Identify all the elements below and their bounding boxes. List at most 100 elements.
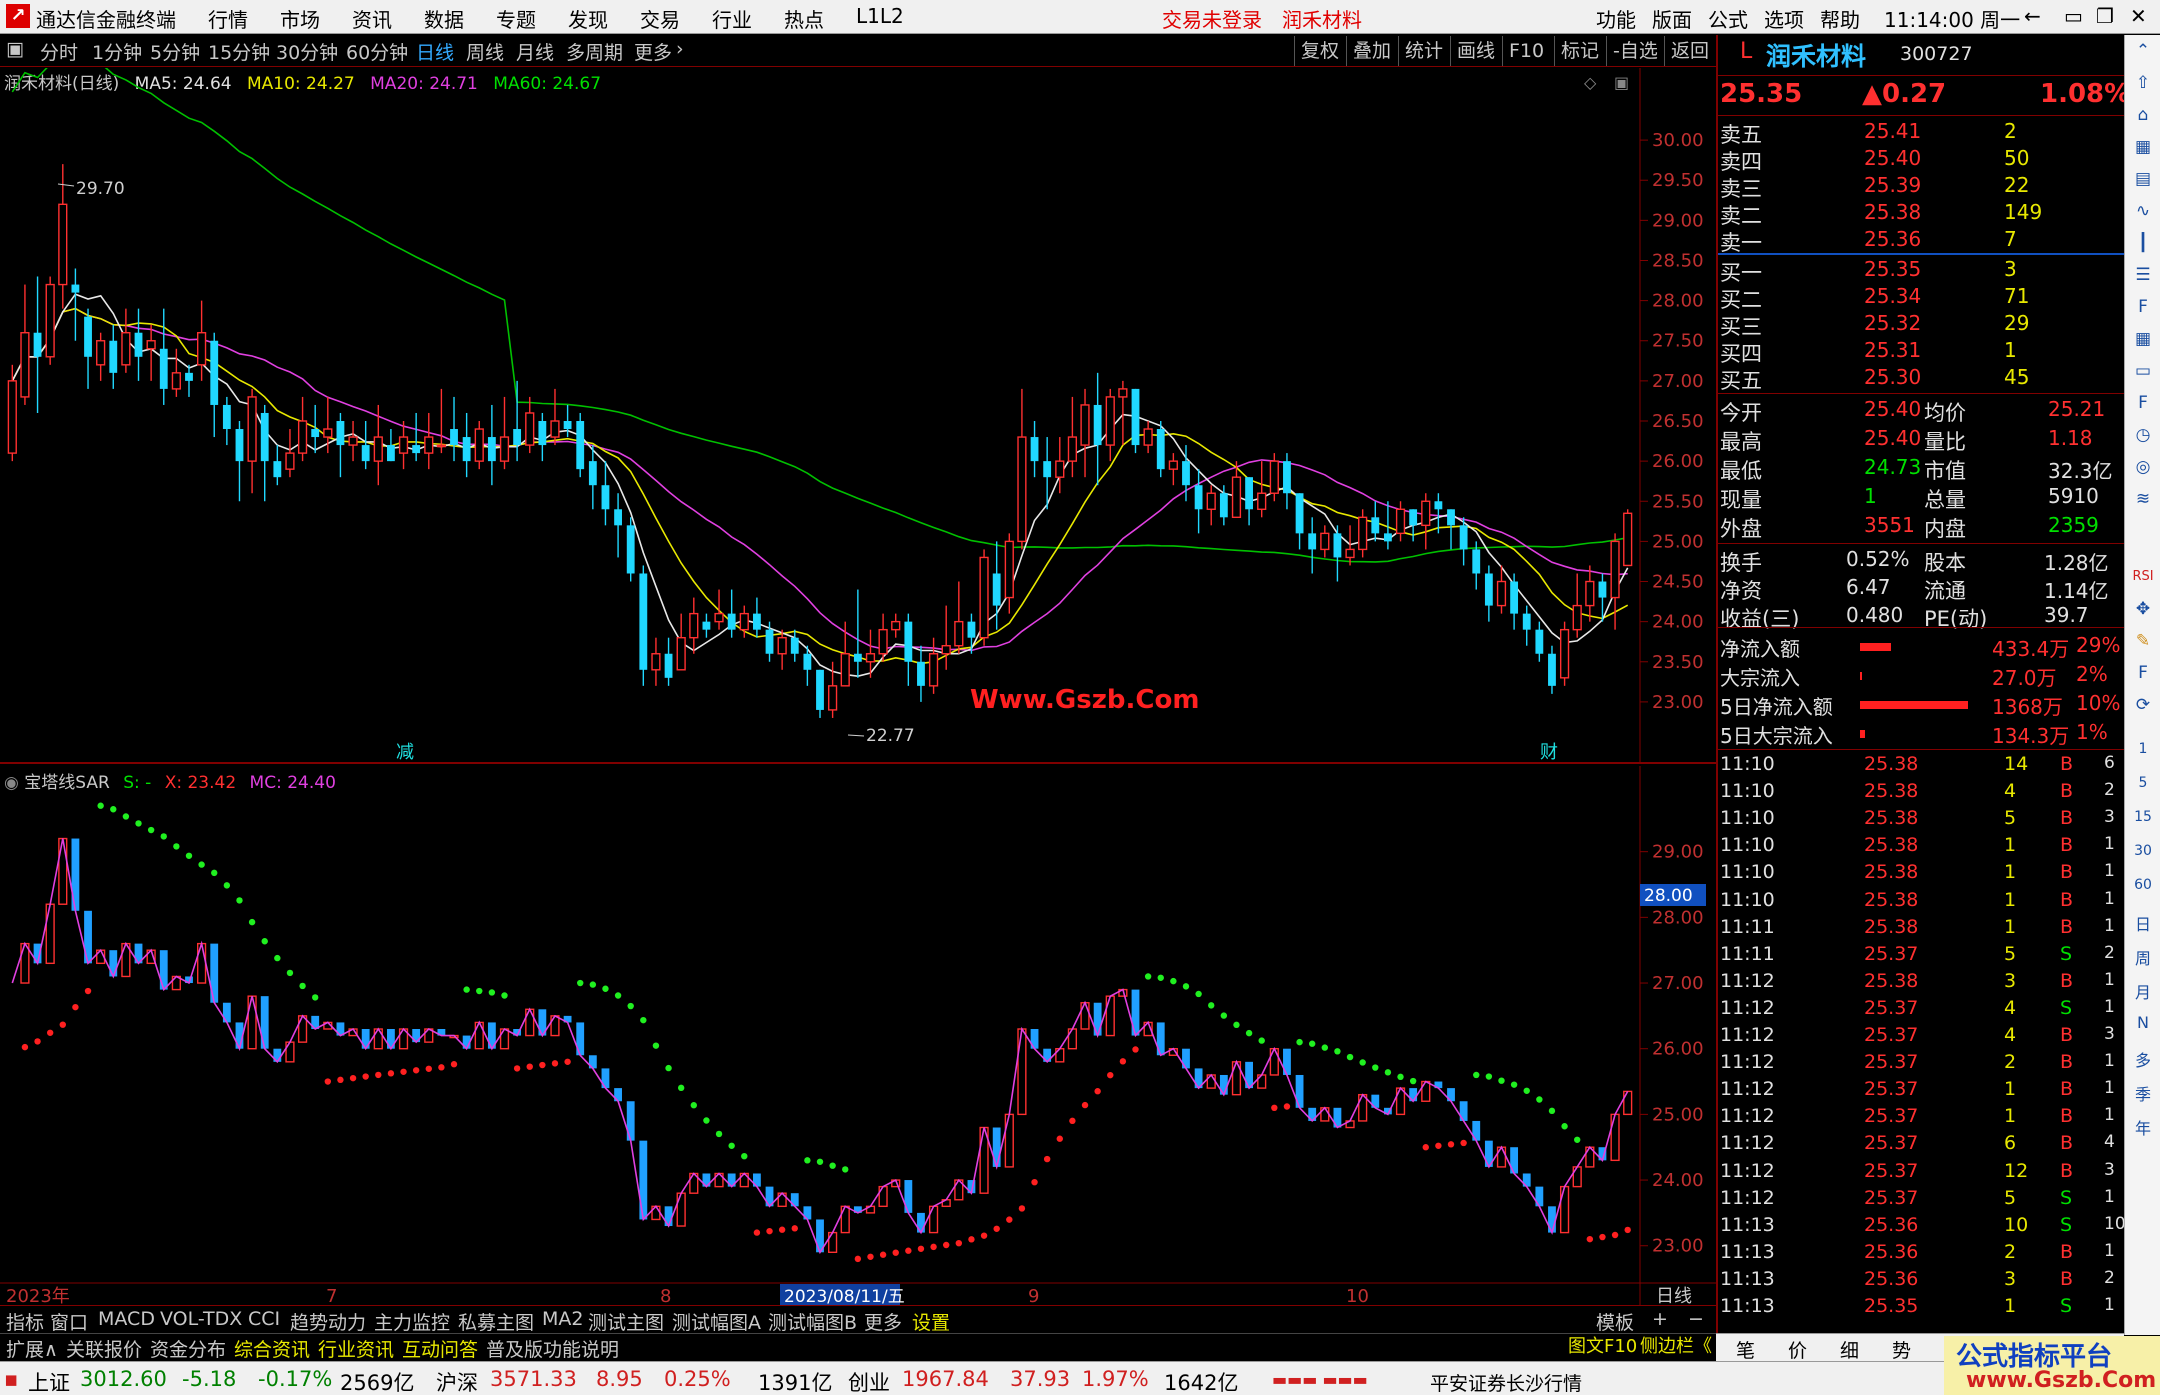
toolbar-action[interactable]: 标记 — [1554, 36, 1605, 66]
rsi-button[interactable]: RSI — [2129, 569, 2157, 584]
toolbar-action[interactable]: 返回 — [1664, 36, 1715, 66]
menu-item[interactable]: 数据 — [424, 4, 464, 33]
candle-icon[interactable]: ┃ — [2129, 233, 2157, 253]
period-tab[interactable]: 15分钟 — [208, 38, 270, 65]
panel-toggle-icon[interactable]: ▣ — [1614, 73, 1629, 92]
period-month[interactable]: 月 — [2129, 979, 2157, 1003]
clock-icon[interactable]: ◷ — [2129, 425, 2157, 445]
menu-item[interactable]: 公式 — [1708, 4, 1748, 33]
diamond-icon[interactable]: ◇ — [1584, 73, 1597, 92]
reduce-marker[interactable]: 减 — [396, 742, 414, 763]
toolbar-action[interactable]: 叠加 — [1346, 36, 1397, 66]
tick-tab[interactable]: 价 — [1788, 1336, 1807, 1363]
remove-panel-button[interactable]: − — [1688, 1308, 1704, 1330]
indicator-tab[interactable]: 测试主图 — [588, 1308, 664, 1335]
list-icon[interactable]: ☰ — [2129, 265, 2157, 285]
finance-marker[interactable]: 财 — [1540, 742, 1558, 763]
index-name[interactable]: 创业 — [848, 1367, 890, 1395]
menu-item[interactable]: L1L2 — [856, 4, 904, 28]
index-name[interactable]: 上证 — [28, 1367, 70, 1395]
period-tab[interactable]: 30分钟 — [276, 38, 338, 65]
indicator-settings[interactable]: 设置 — [912, 1308, 950, 1335]
sidebar-toggle[interactable]: 侧边栏《 — [1640, 1332, 1712, 1358]
grid-icon[interactable]: ▦ — [2129, 329, 2157, 349]
extension-toggle[interactable]: 扩展∧ — [6, 1335, 58, 1362]
close-icon[interactable]: ✕ — [2130, 4, 2147, 28]
toolbar-grid-icon[interactable]: ▣ — [6, 38, 24, 60]
back-icon[interactable]: ← — [2024, 4, 2041, 28]
indicator-tab[interactable]: 测试幅图A — [672, 1308, 761, 1335]
login-status[interactable]: 交易未登录 — [1162, 4, 1262, 33]
pen-icon[interactable]: ✎ — [2129, 631, 2157, 651]
period-tab[interactable]: 分时 — [40, 38, 78, 65]
extension-tab[interactable]: 互动问答 — [402, 1335, 478, 1362]
indicator-tab[interactable]: 窗口 — [50, 1308, 88, 1335]
menu-item[interactable]: 行情 — [208, 4, 248, 33]
extension-tab[interactable]: 综合资讯 — [234, 1335, 310, 1362]
period-15m[interactable]: 15 — [2129, 809, 2157, 825]
arrow-up-icon[interactable]: ⇧ — [2129, 73, 2157, 93]
template-button[interactable]: 模板 — [1596, 1308, 1634, 1335]
add-panel-button[interactable]: + — [1652, 1308, 1668, 1330]
move-icon[interactable]: ✥ — [2129, 599, 2157, 619]
period-30m[interactable]: 30 — [2129, 843, 2157, 859]
f12-icon[interactable]: F — [2129, 393, 2157, 413]
restore-icon[interactable]: ❐ — [2096, 4, 2114, 28]
menu-item[interactable]: 选项 — [1764, 4, 1804, 33]
table-icon[interactable]: ▤ — [2129, 169, 2157, 189]
extension-tab[interactable]: 普及版功能说明 — [486, 1335, 619, 1362]
indicator-tab[interactable]: CCI — [248, 1308, 280, 1330]
period-day[interactable]: 日 — [2129, 911, 2157, 935]
note-icon[interactable]: ▭ — [2129, 361, 2157, 381]
period-tab-more[interactable]: 更多 — [634, 38, 672, 65]
indicator-tab[interactable]: 测试幅图B — [768, 1308, 857, 1335]
period-tab-active[interactable]: 日线 — [416, 38, 454, 65]
period-tab[interactable]: 月线 — [516, 38, 554, 65]
toolbar-action[interactable]: F10 — [1502, 36, 1550, 66]
tick-tab[interactable]: 细 — [1840, 1336, 1859, 1363]
indicator-tab[interactable]: 更多 — [864, 1308, 902, 1335]
menu-item[interactable]: 版面 — [1652, 4, 1692, 33]
minimize-icon[interactable]: ▭ — [2064, 4, 2083, 28]
f10-button[interactable]: 图文F10 — [1568, 1332, 1637, 1358]
period-multi[interactable]: 多 — [2129, 1047, 2157, 1071]
period-tab[interactable]: 1分钟 — [92, 38, 142, 65]
period-60m[interactable]: 60 — [2129, 877, 2157, 893]
indicator-tab[interactable]: MA2 — [542, 1308, 583, 1330]
refresh-icon[interactable]: ⟳ — [2129, 695, 2157, 715]
menu-item[interactable]: 热点 — [784, 4, 824, 33]
chevron-up-icon[interactable]: ⌃ — [2129, 41, 2157, 61]
menu-item[interactable]: 专题 — [496, 4, 536, 33]
fs-icon[interactable]: F — [2129, 663, 2157, 683]
extension-tab[interactable]: 行业资讯 — [318, 1335, 394, 1362]
target-icon[interactable]: ◎ — [2129, 457, 2157, 477]
candlestick-chart[interactable]: 30.00 29.50 29.00 28.50 28.00 27.50 27.00 26.50… — [0, 68, 1716, 764]
toolbar-action[interactable]: 画线 — [1450, 36, 1501, 66]
toolbar-action[interactable]: -自选 — [1606, 36, 1664, 66]
chevron-right-icon[interactable]: › — [676, 38, 684, 60]
f10-icon[interactable]: F — [2129, 297, 2157, 317]
wave-icon[interactable]: ≋ — [2129, 489, 2157, 509]
line-chart-icon[interactable]: ∿ — [2129, 201, 2157, 221]
indicator-tab[interactable]: VOL-TDX — [160, 1308, 242, 1330]
tick-tab[interactable]: 势 — [1892, 1336, 1911, 1363]
index-name[interactable]: 沪深 — [436, 1367, 478, 1395]
period-tab[interactable]: 多周期 — [566, 38, 623, 65]
indicator-tab[interactable]: 指标 — [6, 1308, 44, 1335]
extension-tab[interactable]: 关联报价 — [66, 1335, 142, 1362]
home-icon[interactable]: ⌂ — [2129, 105, 2157, 125]
period-tab[interactable]: 5分钟 — [150, 38, 200, 65]
menu-item[interactable]: 资讯 — [352, 4, 392, 33]
menu-item[interactable]: 帮助 — [1820, 4, 1860, 33]
toolbar-action[interactable]: 复权 — [1294, 36, 1345, 66]
tick-tab[interactable]: 笔 — [1736, 1336, 1755, 1363]
chart-icon[interactable]: ▦ — [2129, 137, 2157, 157]
period-quarter[interactable]: 季 — [2129, 1081, 2157, 1105]
indicator-tab[interactable]: 主力监控 — [374, 1308, 450, 1335]
period-tab[interactable]: 60分钟 — [346, 38, 408, 65]
period-1m[interactable]: 1 — [2129, 741, 2157, 757]
menu-item[interactable]: 市场 — [280, 4, 320, 33]
period-week[interactable]: 周 — [2129, 945, 2157, 969]
period-5m[interactable]: 5 — [2129, 775, 2157, 791]
menu-item[interactable]: 行业 — [712, 4, 752, 33]
